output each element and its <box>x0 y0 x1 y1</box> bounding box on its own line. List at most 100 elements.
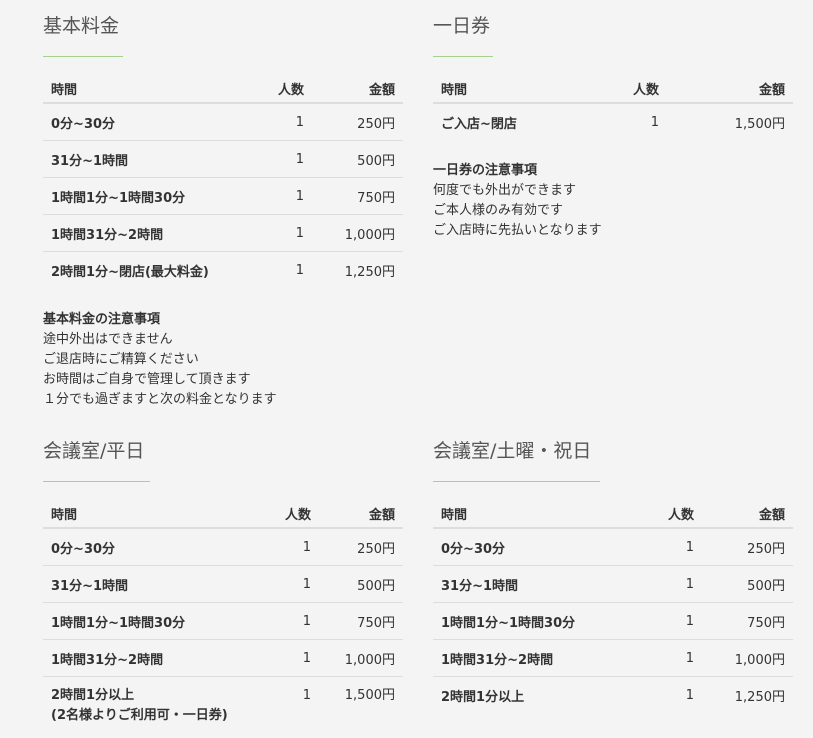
basic-fee-table: 時間 人数 金額 0分~30分 1 250円 31分~1時間 1 500円 1時… <box>43 74 403 288</box>
notes-title: 一日券の注意事項 <box>433 163 538 178</box>
cell-people: 1 <box>685 687 694 703</box>
cell-price: 500円 <box>702 565 793 603</box>
meeting-weekend-table: 時間 人数 金額 0分~30分 1 250円 31分~1時間 1 500円 1時… <box>433 499 793 713</box>
table-header-row: 時間 人数 金額 <box>43 74 403 104</box>
table-row: 1時間31分~2時間 1 1,000円 <box>43 214 403 252</box>
cell-price: 1,500円 <box>734 116 785 132</box>
cell-price: 1,000円 <box>702 639 793 677</box>
basic-fee-notes: 基本料金の注意事項 途中外出はできません ご退店時にご精算ください お時間はご自… <box>43 310 403 410</box>
day-pass-title: 一日券 <box>433 15 491 37</box>
table-row: 2時間1分以上 (2名様よりご利用可・一日券) 1 1,500円 <box>43 677 403 727</box>
cell-people: 1 <box>243 639 319 677</box>
header-price: 金額 <box>667 74 793 104</box>
day-pass-notes: 一日券の注意事項 何度でも外出ができます ご本人様のみ有効です ご入店時に先払い… <box>433 161 793 241</box>
cell-time: 1時間1分~1時間30分 <box>433 602 626 640</box>
cell-price: 500円 <box>319 565 403 603</box>
cell-price: 1,000円 <box>319 639 403 677</box>
cell-price: 250円 <box>312 103 403 141</box>
header-time: 時間 <box>433 499 626 529</box>
note-line: ご本人様のみ有効です <box>433 203 564 218</box>
cell-people: 1 <box>626 528 702 566</box>
cell-time: 31分~1時間 <box>43 140 236 178</box>
title-underline <box>43 481 150 482</box>
cell-time: 31分~1時間 <box>43 565 243 603</box>
cell-time: 2時間1分~閉店(最大料金) <box>51 264 209 280</box>
cell-people: 1 <box>626 639 702 677</box>
note-line: ご入店時に先払いとなります <box>433 223 602 238</box>
title-underline <box>433 481 600 482</box>
cell-price: 750円 <box>312 177 403 215</box>
cell-time: 1時間31分~2時間 <box>43 639 243 677</box>
cell-price: 1,500円 <box>344 688 395 703</box>
cell-people: 1 <box>243 528 319 566</box>
cell-price: 750円 <box>319 602 403 640</box>
cell-people: 1 <box>236 177 312 215</box>
note-line: 何度でも外出ができます <box>433 183 577 198</box>
cell-time-line: 2時間1分以上 <box>51 688 135 703</box>
cell-price: 500円 <box>312 140 403 178</box>
table-row: 1時間31分~2時間 1 1,000円 <box>43 639 403 677</box>
title-underline <box>43 56 123 57</box>
header-time: 時間 <box>43 499 243 529</box>
note-line: ご退店時にご精算ください <box>43 352 199 367</box>
cell-time: 2時間1分以上 (2名様よりご利用可・一日券) <box>43 677 243 727</box>
cell-price: 1,250円 <box>344 264 395 280</box>
table-row: 0分~30分 1 250円 <box>433 528 793 566</box>
header-people: 人数 <box>236 74 312 104</box>
table-row: 1時間31分~2時間 1 1,000円 <box>433 639 793 677</box>
cell-time: 1時間1分~1時間30分 <box>43 602 243 640</box>
table-row: 1時間1分~1時間30分 1 750円 <box>433 602 793 640</box>
notes-title: 基本料金の注意事項 <box>43 312 161 327</box>
table-row: 0分~30分 1 250円 <box>43 528 403 566</box>
header-people: 人数 <box>591 74 667 104</box>
cell-time: 1時間31分~2時間 <box>433 639 626 677</box>
header-people: 人数 <box>243 499 319 529</box>
meeting-weekday-section: 会議室/平日 時間 人数 金額 0分~30分 1 250円 31分~1時間 1 … <box>43 438 403 726</box>
cell-price: 250円 <box>319 528 403 566</box>
cell-price: 750円 <box>702 602 793 640</box>
table-row: 2時間1分以上 1 1,250円 <box>433 677 793 714</box>
day-pass-section: 一日券 時間 人数 金額 ご入店~閉店 1 1,500円 一日券の注意事項 何度… <box>433 13 793 241</box>
meeting-weekday-table: 時間 人数 金額 0分~30分 1 250円 31分~1時間 1 500円 1時… <box>43 499 403 726</box>
basic-fee-section: 基本料金 時間 人数 金額 0分~30分 1 250円 31分~1時間 1 50… <box>43 13 403 410</box>
header-people: 人数 <box>626 499 702 529</box>
meeting-weekend-title: 会議室/土曜・祝日 <box>433 440 592 462</box>
table-row: ご入店~閉店 1 1,500円 <box>433 103 793 140</box>
cell-people: 1 <box>650 114 659 130</box>
header-price: 金額 <box>312 74 403 104</box>
meeting-weekday-title: 会議室/平日 <box>43 440 145 462</box>
cell-people: 1 <box>295 262 304 278</box>
cell-people: 1 <box>236 103 312 141</box>
cell-time: ご入店~閉店 <box>441 116 517 132</box>
header-time: 時間 <box>433 74 591 104</box>
meeting-weekend-section: 会議室/土曜・祝日 時間 人数 金額 0分~30分 1 250円 31分~1時間… <box>433 438 793 713</box>
table-row: 2時間1分~閉店(最大料金) 1 1,250円 <box>43 252 403 289</box>
title-underline <box>433 56 493 57</box>
cell-time: 1時間31分~2時間 <box>43 214 236 252</box>
cell-people: 1 <box>626 602 702 640</box>
table-header-row: 時間 人数 金額 <box>433 74 793 104</box>
table-row: 31分~1時間 1 500円 <box>433 565 793 603</box>
cell-time-line: (2名様よりご利用可・一日券) <box>51 708 228 723</box>
cell-time: 1時間1分~1時間30分 <box>43 177 236 215</box>
note-line: 途中外出はできません <box>43 332 173 347</box>
table-row: 31分~1時間 1 500円 <box>43 140 403 178</box>
cell-people: 1 <box>243 565 319 603</box>
cell-people: 1 <box>236 140 312 178</box>
header-price: 金額 <box>702 499 793 529</box>
cell-people: 1 <box>302 688 311 703</box>
cell-price: 250円 <box>702 528 793 566</box>
cell-time: 0分~30分 <box>43 528 243 566</box>
cell-time: 31分~1時間 <box>433 565 626 603</box>
day-pass-table: 時間 人数 金額 ご入店~閉店 1 1,500円 <box>433 74 793 140</box>
note-line: １分でも過ぎますと次の料金となります <box>43 392 277 407</box>
table-header-row: 時間 人数 金額 <box>433 499 793 529</box>
basic-fee-title: 基本料金 <box>43 15 120 37</box>
table-row: 31分~1時間 1 500円 <box>43 565 403 603</box>
cell-time: 0分~30分 <box>43 103 236 141</box>
header-price: 金額 <box>319 499 403 529</box>
cell-price: 1,000円 <box>312 214 403 252</box>
table-row: 1時間1分~1時間30分 1 750円 <box>43 177 403 215</box>
cell-time: 2時間1分以上 <box>441 689 525 705</box>
cell-people: 1 <box>236 214 312 252</box>
